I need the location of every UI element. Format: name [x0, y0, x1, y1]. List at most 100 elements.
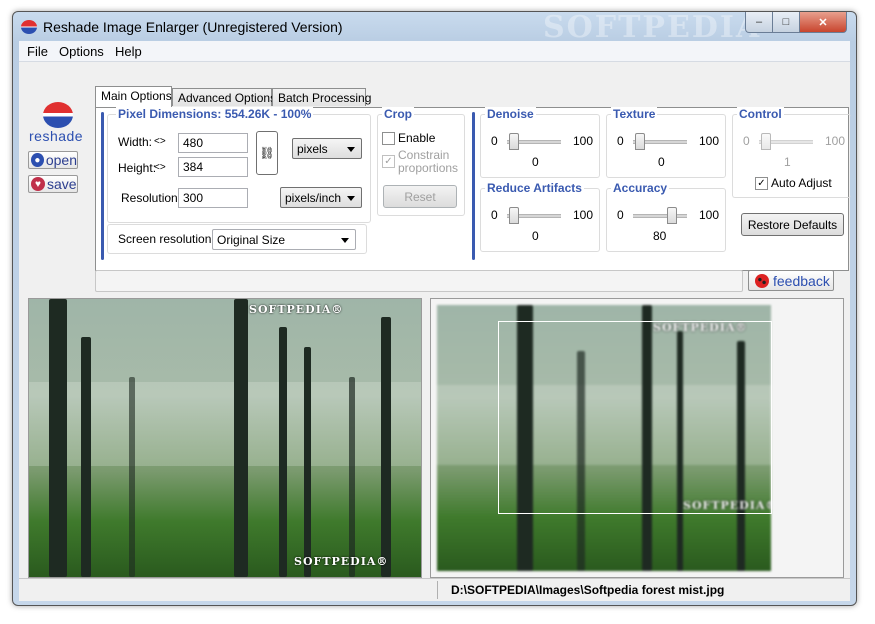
open-button[interactable]: ● open — [28, 151, 78, 169]
reduce-artifacts-group: Reduce Artifacts 0 100 0 — [480, 181, 600, 252]
width-arrow-icon: <> — [154, 136, 166, 147]
main-options-panel: Pixel Dimensions: 554.26K - 100% Width: … — [95, 107, 851, 271]
pixel-dimensions-group: Pixel Dimensions: 554.26K - 100% Width: … — [107, 107, 371, 223]
original-image-frame: SOFTPEDIA® SOFTPEDIA® — [28, 298, 422, 578]
save-button-label: save — [47, 176, 77, 192]
window-title: Reshade Image Enlarger (Unregistered Ver… — [43, 19, 343, 35]
crop-reset-button[interactable]: Reset — [383, 185, 457, 208]
original-watermark-top: SOFTPEDIA® — [249, 303, 344, 316]
denoise-max: 100 — [573, 134, 594, 148]
auto-adjust-checkbox[interactable]: ✓ — [755, 177, 768, 190]
tab-batch-processing[interactable]: Batch Processing — [272, 88, 371, 106]
resolution-unit-select[interactable]: pixels/inch — [280, 187, 362, 208]
resolution-label: Resolution — [121, 191, 178, 205]
control-slider-thumb[interactable] — [761, 133, 771, 150]
link-proportions-icon[interactable]: ⛓ — [256, 131, 278, 175]
crop-enable-label: Enable — [398, 131, 436, 145]
reduce-artifacts-min: 0 — [491, 208, 498, 222]
ladybug-icon — [755, 273, 769, 288]
screen-resolution-select[interactable]: Original Size — [212, 229, 356, 250]
control-min: 0 — [743, 134, 750, 148]
reshade-logo-icon — [43, 102, 73, 128]
denoise-min: 0 — [491, 134, 498, 148]
crop-title: Crop — [382, 107, 414, 121]
original-watermark-bottom: SOFTPEDIA® — [294, 555, 389, 568]
texture-min: 0 — [617, 134, 624, 148]
reduce-artifacts-slider-thumb[interactable] — [509, 207, 519, 224]
unit-select[interactable]: pixels — [292, 138, 362, 159]
maximize-button[interactable]: □ — [772, 12, 800, 33]
accuracy-slider[interactable] — [633, 206, 687, 226]
feedback-label: feedback — [773, 272, 830, 289]
control-title: Control — [737, 107, 784, 121]
resolution-input[interactable]: 300 — [178, 188, 248, 208]
auto-adjust-label: Auto Adjust — [771, 176, 832, 190]
tab-main-options[interactable]: Main Options — [95, 86, 172, 107]
app-window: Reshade Image Enlarger (Unregistered Ver… — [12, 10, 857, 606]
feedback-button[interactable]: feedback — [748, 270, 834, 291]
save-icon: ♥ — [31, 177, 45, 191]
height-label: Height: — [118, 161, 157, 175]
status-divider — [437, 581, 438, 599]
client-area: reshade ● open ♥ save Main Options Advan… — [19, 62, 851, 601]
width-input[interactable]: 480 — [178, 133, 248, 153]
crop-group: Crop Enable ✓ Constrain proportions Rese… — [377, 107, 465, 216]
reduce-artifacts-title: Reduce Artifacts — [485, 181, 584, 195]
control-slider[interactable] — [759, 132, 813, 152]
reduce-artifacts-max: 100 — [573, 208, 594, 222]
screen-resolution-group: Screen resolution Original Size — [107, 224, 367, 254]
constrain-label: Constrain proportions — [398, 148, 459, 175]
accuracy-slider-thumb[interactable] — [667, 207, 677, 224]
tab-advanced-options[interactable]: Advanced Options — [172, 88, 276, 106]
restore-defaults-button[interactable]: Restore Defaults — [741, 213, 844, 236]
pixel-dimensions-title: Pixel Dimensions: 554.26K - 100% — [116, 107, 314, 121]
save-button[interactable]: ♥ save — [28, 175, 78, 193]
crop-enable-checkbox[interactable] — [382, 132, 395, 145]
accuracy-group: Accuracy 0 100 80 — [606, 181, 726, 252]
height-input[interactable]: 384 — [178, 157, 248, 177]
texture-slider[interactable] — [633, 132, 687, 152]
denoise-slider-thumb[interactable] — [509, 133, 519, 150]
denoise-group: Denoise 0 100 0 — [480, 107, 600, 178]
crop-selection-box[interactable] — [498, 321, 772, 514]
accuracy-value: 80 — [653, 229, 667, 243]
menu-help[interactable]: Help — [115, 44, 142, 59]
constrain-checkbox[interactable]: ✓ — [382, 155, 395, 168]
status-bar: D:\SOFTPEDIA\Images\Softpedia forest mis… — [19, 578, 850, 601]
texture-title: Texture — [611, 107, 658, 121]
title-bar[interactable]: Reshade Image Enlarger (Unregistered Ver… — [13, 10, 856, 45]
texture-value: 0 — [658, 155, 665, 169]
menu-file[interactable]: File — [27, 44, 48, 59]
denoise-title: Denoise — [485, 107, 536, 121]
reduce-artifacts-value: 0 — [532, 229, 539, 243]
reduce-artifacts-slider[interactable] — [507, 206, 561, 226]
original-image[interactable]: SOFTPEDIA® SOFTPEDIA® — [29, 299, 421, 577]
screen-resolution-label: Screen resolution — [118, 232, 212, 246]
width-label: Width: — [118, 135, 153, 149]
open-icon: ● — [31, 153, 44, 167]
minimize-button[interactable]: – — [745, 12, 773, 33]
control-max: 100 — [825, 134, 846, 148]
control-value: 1 — [784, 155, 791, 169]
section-divider — [101, 112, 104, 260]
texture-max: 100 — [699, 134, 720, 148]
open-button-label: open — [45, 152, 77, 168]
accuracy-max: 100 — [699, 208, 720, 222]
height-arrow-icon: <> — [154, 162, 166, 173]
title-watermark: SOFTPEDIA — [543, 10, 762, 45]
progress-bar — [95, 270, 743, 292]
status-file-path: D:\SOFTPEDIA\Images\Softpedia forest mis… — [451, 583, 725, 597]
preview-image-frame: SOFTPEDIA® SOFTPEDIA® — [430, 298, 844, 578]
denoise-slider[interactable] — [507, 132, 561, 152]
accuracy-min: 0 — [617, 208, 624, 222]
menu-options[interactable]: Options — [59, 44, 104, 59]
control-group: Control 0 100 1 ✓ Auto Adjust — [732, 107, 851, 198]
app-icon — [21, 20, 37, 34]
reshade-logo-text: reshade — [29, 128, 84, 144]
accuracy-title: Accuracy — [611, 181, 670, 195]
texture-slider-thumb[interactable] — [635, 133, 645, 150]
menu-bar: File Options Help — [19, 41, 850, 62]
section-divider-2 — [472, 112, 475, 260]
close-button[interactable]: ✕ — [799, 12, 847, 33]
texture-group: Texture 0 100 0 — [606, 107, 726, 178]
